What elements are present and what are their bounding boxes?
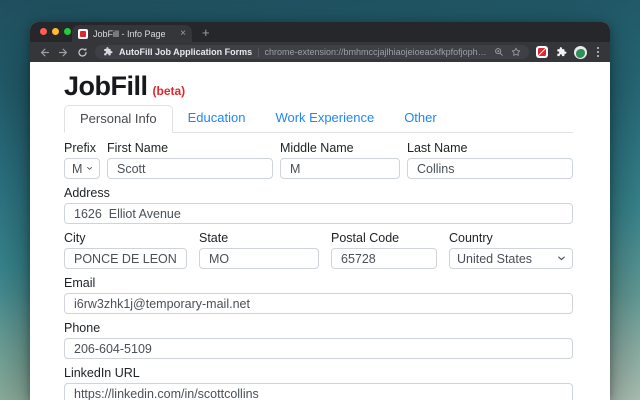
zoom-window-button[interactable] — [64, 28, 71, 35]
jobfill-favicon-icon — [78, 29, 88, 39]
address-bar[interactable]: AutoFill Job Application Forms | chrome-… — [95, 45, 529, 59]
omnibox-separator: | — [257, 47, 259, 57]
page-content: JobFill (beta) Personal Info Education W… — [30, 62, 610, 400]
beta-badge: (beta) — [153, 84, 186, 101]
desktop-background: JobFill - Info Page × + AutoFill Job App… — [0, 0, 640, 400]
chevron-down-icon — [87, 166, 92, 171]
extensions-puzzle-icon[interactable] — [555, 46, 567, 58]
tab-work-experience[interactable]: Work Experience — [260, 105, 389, 133]
prefix-select[interactable]: Mr — [64, 158, 100, 179]
tab-strip: JobFill - Info Page × + — [30, 22, 610, 42]
first-name-label: First Name — [107, 141, 273, 155]
browser-window: JobFill - Info Page × + AutoFill Job App… — [30, 22, 610, 400]
close-tab-icon[interactable]: × — [180, 29, 186, 39]
phone-input[interactable] — [64, 338, 573, 359]
last-name-input[interactable] — [407, 158, 573, 179]
city-input[interactable] — [64, 248, 187, 269]
linkedin-url-input[interactable] — [64, 383, 573, 400]
browser-tab[interactable]: JobFill - Info Page × — [72, 25, 192, 42]
bookmark-star-icon[interactable] — [510, 46, 522, 58]
last-name-label: Last Name — [407, 141, 573, 155]
address-label: Address — [64, 186, 573, 200]
tab-other[interactable]: Other — [389, 105, 452, 133]
city-label: City — [64, 231, 187, 245]
reload-icon[interactable] — [76, 46, 88, 58]
country-label: Country — [449, 231, 573, 245]
address-input[interactable] — [64, 203, 573, 224]
browser-toolbar: AutoFill Job Application Forms | chrome-… — [30, 42, 610, 62]
tab-personal-info[interactable]: Personal Info — [64, 105, 173, 133]
close-window-button[interactable] — [40, 28, 47, 35]
postal-code-input[interactable] — [331, 248, 437, 269]
new-tab-button[interactable]: + — [202, 24, 210, 42]
prefix-label: Prefix — [64, 141, 100, 155]
back-icon[interactable] — [38, 46, 50, 58]
page-url: chrome-extension://bmhmccjajlhiaojeioeac… — [265, 47, 488, 57]
tab-title: JobFill - Info Page — [93, 29, 175, 39]
email-label: Email — [64, 276, 573, 290]
chevron-down-icon — [558, 256, 565, 261]
traffic-lights — [40, 28, 71, 35]
postal-code-label: Postal Code — [331, 231, 437, 245]
tab-education[interactable]: Education — [173, 105, 261, 133]
linkedin-url-label: LinkedIn URL — [64, 366, 573, 380]
phone-label: Phone — [64, 321, 573, 335]
state-input[interactable] — [199, 248, 319, 269]
extension-puzzle-icon — [102, 46, 114, 58]
first-name-input[interactable] — [107, 158, 273, 179]
forward-icon[interactable] — [57, 46, 69, 58]
middle-name-label: Middle Name — [280, 141, 400, 155]
section-tabs: Personal Info Education Work Experience … — [64, 105, 573, 133]
zoom-page-icon[interactable] — [493, 46, 505, 58]
middle-name-input[interactable] — [280, 158, 400, 179]
minimize-window-button[interactable] — [52, 28, 59, 35]
profile-avatar[interactable] — [574, 46, 587, 59]
personal-info-form: Prefix Mr First Name Middle Name — [64, 141, 573, 400]
extension-name: AutoFill Job Application Forms — [119, 47, 252, 57]
page-title: JobFill — [64, 72, 148, 101]
email-input[interactable] — [64, 293, 573, 314]
jobfill-extension-icon[interactable] — [536, 46, 548, 58]
browser-menu-icon[interactable] — [594, 47, 602, 57]
state-label: State — [199, 231, 319, 245]
country-select[interactable]: United States — [449, 248, 573, 269]
